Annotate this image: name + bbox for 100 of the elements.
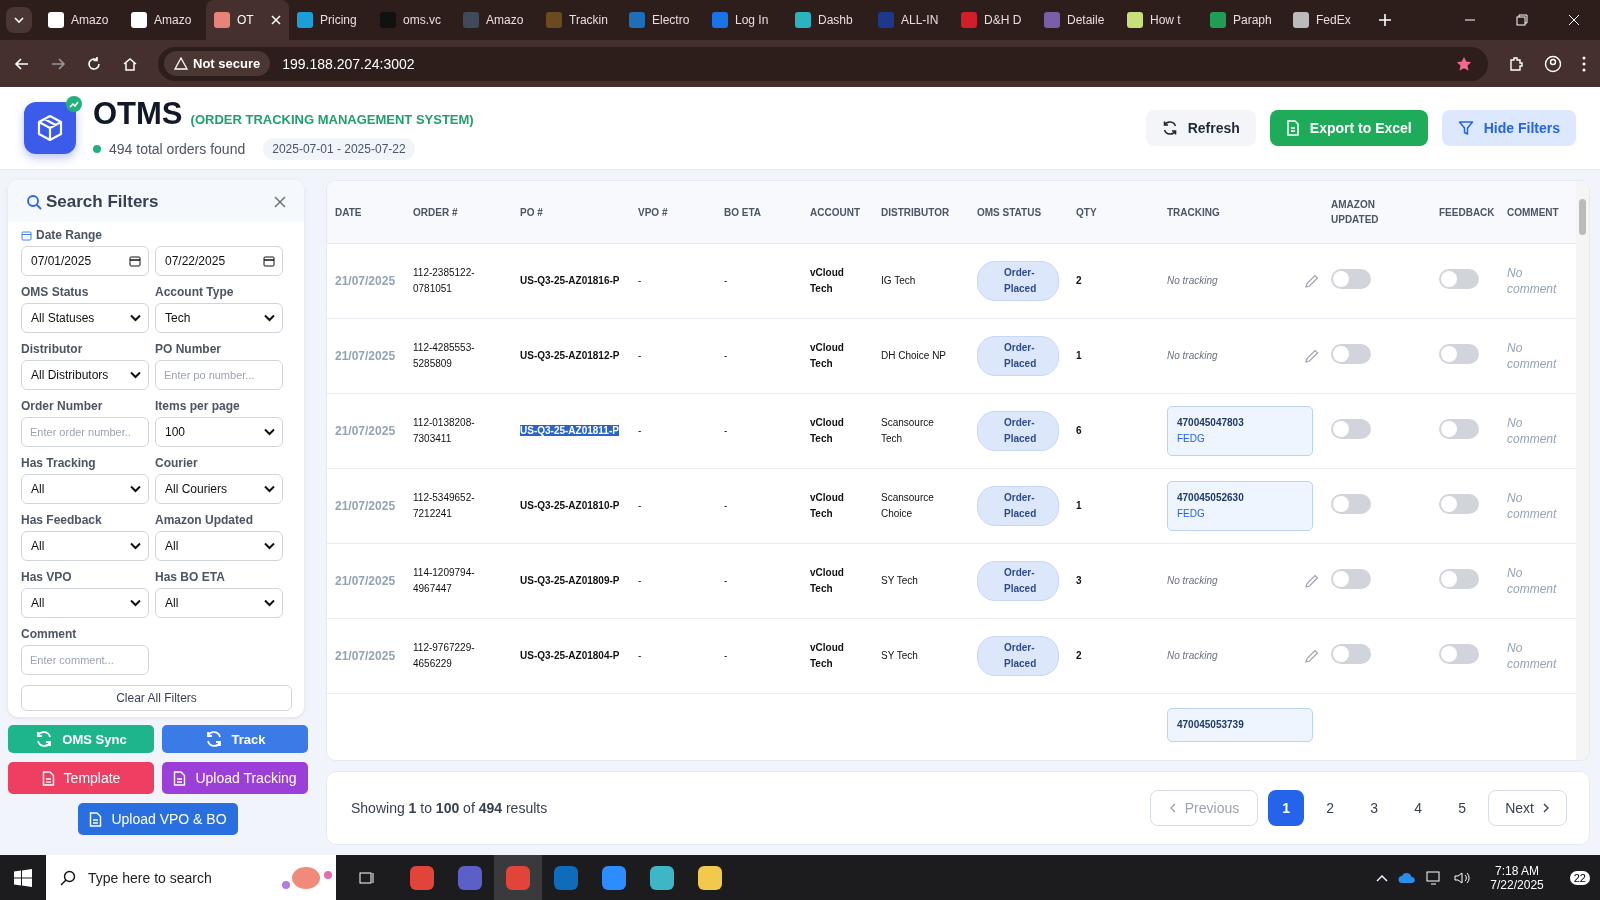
toggle-switch[interactable] [1439,568,1479,589]
address-bar[interactable]: Not secure 199.188.207.24:3002 [158,46,1488,81]
tab-search-button[interactable] [6,7,32,33]
browser-tab[interactable]: D&H D [953,0,1036,40]
browser-tab[interactable]: Trackin [538,0,621,40]
action-button[interactable]: Upload Tracking [162,762,308,794]
table-cell-text: vCloud Tech [810,341,845,371]
action-button[interactable]: Template [8,762,154,794]
hide-filters-button[interactable]: Hide Filters [1441,110,1576,146]
cloud-icon[interactable] [1398,871,1417,884]
extensions-icon[interactable] [1508,55,1524,72]
filter-label: Items per page [155,399,241,413]
toggle-switch[interactable] [1331,418,1371,439]
table-cell-text: Scansource Tech [881,416,935,446]
taskbar-search-field[interactable]: Type here to search [46,855,336,900]
forward-icon[interactable] [50,55,66,72]
browser-tab[interactable]: Electro [621,0,704,40]
browser-tab[interactable]: Amazo [455,0,538,40]
toggle-switch[interactable] [1331,268,1371,289]
warning-icon [174,57,188,70]
no-tracking-text: No tracking [1167,574,1218,588]
action-button[interactable]: Track [162,725,308,753]
browser-tab[interactable]: Amazo [40,0,123,40]
restore-icon[interactable] [1516,14,1528,26]
select-field[interactable]: All Couriers [155,474,283,504]
speaker-icon[interactable] [1454,870,1473,885]
toggle-switch[interactable] [1331,568,1371,589]
page-button[interactable]: 2 [1312,790,1349,826]
toggle-switch[interactable] [1439,343,1479,364]
toggle-switch[interactable] [1439,643,1479,664]
browser-tab[interactable]: Detaile [1036,0,1119,40]
browser-tab[interactable]: Amazo [123,0,206,40]
home-icon[interactable] [122,55,138,72]
browser-tab[interactable]: ALL-IN [870,0,953,40]
chevron-left-icon [1168,803,1177,813]
text-field[interactable]: Enter comment... [21,645,149,675]
date-field[interactable]: 07/22/2025 [155,246,283,276]
new-tab-icon[interactable] [1378,13,1392,27]
toggle-switch[interactable] [1439,493,1479,514]
table-cell-text: - [638,649,643,663]
filter-label: Has BO ETA [155,570,226,584]
table-cell-text: - [638,424,643,438]
toggle-switch[interactable] [1439,268,1479,289]
browser-tab[interactable]: Pricing [289,0,372,40]
chevron-down-icon [130,485,141,493]
browser-tab[interactable]: Paraph [1202,0,1285,40]
text-field[interactable]: Enter po number... [155,360,283,390]
sync-icon [35,730,54,748]
select-field[interactable]: Tech [155,303,283,333]
back-icon[interactable] [14,55,30,72]
comment-text: No comment [1507,565,1558,597]
browser-tab[interactable]: FedEx [1285,0,1368,40]
sync-icon [204,730,223,748]
document-icon [89,811,103,827]
page-button[interactable]: 1 [1268,790,1305,826]
select-field[interactable]: All [155,531,283,561]
filters-title: Search Filters [46,192,159,212]
table-cell-text: - [724,574,729,588]
table-cell-text: 21/07/2025 [335,648,397,664]
table-cell-text: SY Tech [881,649,919,663]
toggle-switch[interactable] [1331,643,1371,664]
select-field[interactable]: All Distributors [21,360,149,390]
more-icon[interactable] [1582,55,1586,72]
calendar-icon [263,255,275,267]
select-field[interactable]: All Statuses [21,303,149,333]
status-badge: Order-Placed [977,261,1059,301]
toggle-switch[interactable] [1439,418,1479,439]
select-field[interactable]: All [155,588,283,618]
table-cell-text: 21/07/2025 [335,273,397,289]
page-button[interactable]: 3 [1356,790,1393,826]
select-field[interactable]: 100 [155,417,283,447]
notification-badge[interactable]: 22 [1569,870,1590,885]
page-button[interactable]: 4 [1400,790,1437,826]
toggle-switch[interactable] [1331,493,1371,514]
chevron-up-icon[interactable] [1376,873,1389,882]
browser-tab[interactable]: How t [1119,0,1202,40]
refresh-button[interactable]: Refresh [1145,110,1256,146]
task-view-icon[interactable] [358,869,376,886]
browser-tab[interactable]: Log In [704,0,787,40]
toggle-switch[interactable] [1331,343,1371,364]
security-chip[interactable]: Not secure [164,51,271,76]
select-field[interactable]: All [21,531,149,561]
browser-tab[interactable]: OT [206,0,289,40]
clear-filters-button[interactable]: Clear All Filters [21,685,292,711]
tracking-number: 470045052630 [1177,491,1245,505]
star-icon[interactable] [1456,55,1472,72]
page-button[interactable]: 5 [1444,790,1481,826]
select-field[interactable]: All [21,588,149,618]
windows-start-icon[interactable] [14,868,32,887]
browser-tab[interactable]: Dashb [787,0,870,40]
reload-icon[interactable] [86,55,102,72]
date-field[interactable]: 07/01/2025 [21,246,149,276]
filter-label: Order Number [21,399,104,413]
select-field[interactable]: All [21,474,149,504]
browser-tab[interactable]: oms.vc [372,0,455,40]
profile-icon[interactable] [1544,54,1562,73]
text-field[interactable]: Enter order number.. [21,417,149,447]
scrollbar[interactable] [1576,181,1589,760]
next-button[interactable]: Next [1488,790,1567,826]
action-button[interactable]: Upload VPO & BO [78,803,238,835]
